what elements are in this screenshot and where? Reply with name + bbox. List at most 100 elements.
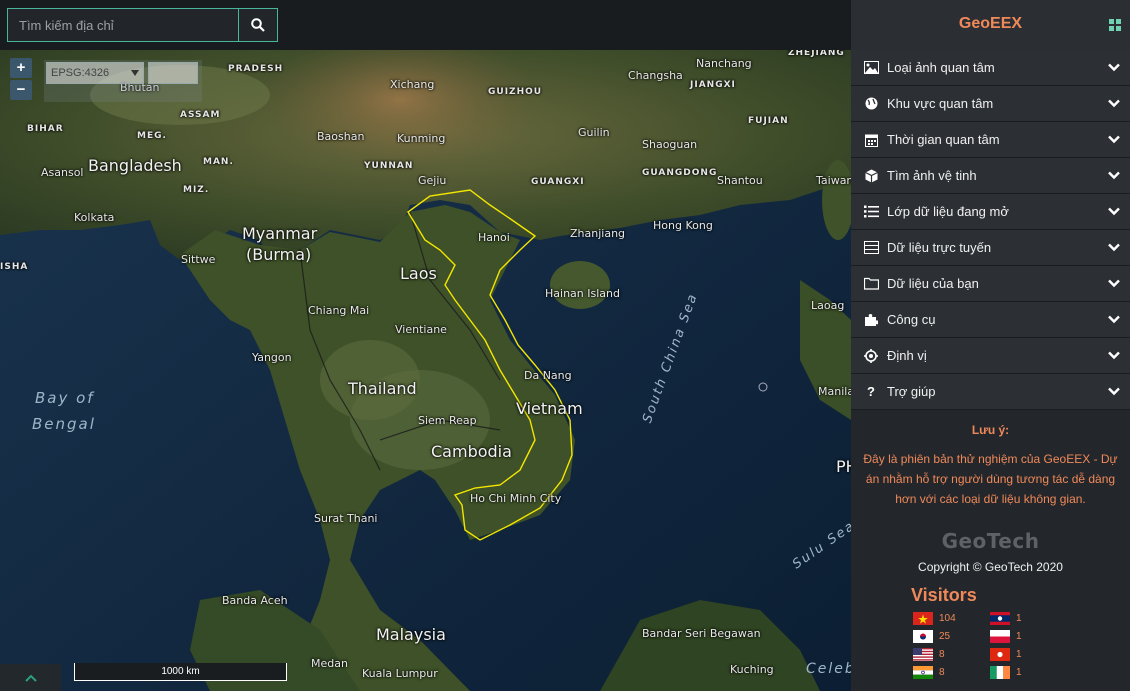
map-label-sea: Bengal — [32, 415, 96, 433]
scale-bar: 1000 km — [74, 663, 287, 681]
map-label-city: Guilin — [578, 126, 610, 139]
chevron-down-icon — [1108, 243, 1120, 252]
map-label-country: Cambodia — [431, 442, 512, 461]
search-input[interactable] — [7, 8, 239, 42]
menu-item-label: Dữ liệu trực tuyến — [887, 240, 992, 255]
visitor-row: 104 — [913, 612, 956, 625]
chevron-down-icon — [1108, 171, 1120, 180]
map-label-region: YUNNAN — [364, 161, 414, 171]
note-section: Lưu ý: Đây là phiên bản thử nghiệm của G… — [851, 410, 1130, 574]
brand-logo: GeoTech — [941, 529, 1040, 553]
map-label-region: ISHA — [0, 262, 29, 272]
map-label-city: Medan — [311, 657, 348, 670]
visitors-title: Visitors — [911, 585, 977, 605]
map-label-city: Hainan Island — [545, 287, 620, 300]
ie-flag — [990, 666, 1010, 679]
visitor-row: 25 — [913, 630, 950, 643]
map-label-country: (Burma) — [246, 245, 312, 264]
map-label-region: GUANGXI — [531, 177, 585, 187]
menu-item-locate[interactable]: Định vị — [851, 338, 1130, 374]
map-label-country: PH — [836, 457, 851, 476]
map-label-city: Xichang — [390, 78, 435, 91]
projection-value: EPSG:4326 — [51, 67, 110, 79]
map-label-city: Gejiu — [418, 174, 447, 187]
app-root: Bangladesh Myanmar (Burma) Laos Thailand… — [0, 0, 1130, 691]
globe-icon — [863, 96, 879, 112]
map-label-region: GUANGDONG — [642, 168, 718, 178]
map-label-country: Bangladesh — [88, 156, 182, 175]
map-label-city: Surat Thani — [314, 512, 378, 525]
chevron-down-icon — [1108, 207, 1120, 216]
chevron-down-icon — [1108, 279, 1120, 288]
visitor-row: 8 — [913, 648, 945, 661]
menu-item-online-data[interactable]: Dữ liệu trực tuyến — [851, 230, 1130, 266]
map-label-city: Vientiane — [395, 323, 447, 336]
menu-item-tools[interactable]: Công cụ — [851, 302, 1130, 338]
menu-item-image-type[interactable]: Loại ảnh quan tâm — [851, 50, 1130, 86]
visitor-count: 1 — [1016, 631, 1022, 642]
cube-icon — [863, 168, 879, 184]
chevron-down-icon — [1108, 63, 1120, 72]
menu-item-label: Trợ giúp — [887, 384, 936, 399]
hk-flag — [990, 648, 1010, 661]
grid-icon[interactable] — [1109, 19, 1121, 31]
visitor-row: 1 — [990, 666, 1022, 679]
menu-item-your-data[interactable]: Dữ liệu của bạn — [851, 266, 1130, 302]
projection-field[interactable] — [148, 62, 198, 84]
pl-flag — [990, 630, 1010, 643]
map-label-city: Taiwan — [816, 174, 851, 187]
map-label-region: BIHAR — [27, 124, 64, 134]
search-button[interactable] — [238, 8, 278, 42]
chevron-down-icon — [1108, 315, 1120, 324]
map-label-city: Shaoguan — [642, 138, 698, 151]
map-label-city: Zhanjiang — [570, 227, 626, 240]
image-icon — [863, 60, 879, 76]
map-label-country: Thailand — [348, 379, 417, 398]
map-label-region: GUIZHOU — [488, 87, 543, 97]
search-icon — [251, 18, 265, 32]
expand-panel-button[interactable] — [0, 664, 61, 691]
zoom-in-button[interactable]: + — [10, 58, 32, 78]
top-bar — [0, 0, 851, 50]
projection-panel: EPSG:4326 — [44, 60, 202, 102]
chevron-down-icon — [1108, 99, 1120, 108]
chevron-up-icon — [24, 674, 37, 682]
map-label-region: FUJIAN — [748, 116, 789, 126]
map-label-city: Nanchang — [696, 57, 752, 70]
map-viewport[interactable]: Bangladesh Myanmar (Burma) Laos Thailand… — [0, 0, 851, 691]
menu-item-help[interactable]: ? Trợ giúp — [851, 374, 1130, 410]
visitor-count: 104 — [939, 613, 956, 624]
map-label-city: Kunming — [397, 132, 446, 145]
map-label-city: Chiang Mai — [308, 304, 370, 317]
visitor-count: 8 — [939, 667, 945, 678]
menu-item-open-layers[interactable]: Lớp dữ liệu đang mở — [851, 194, 1130, 230]
map-label-city: Yangon — [252, 351, 292, 364]
map-label-city: Manila — [818, 385, 851, 398]
note-body: Đây là phiên bản thử nghiệm của GeoEEX -… — [863, 452, 1118, 506]
map-label-city: Banda Aceh — [222, 594, 288, 607]
menu-item-time[interactable]: Thời gian quan tâm — [851, 122, 1130, 158]
vn-flag — [913, 612, 933, 625]
map-label-city: Kolkata — [74, 211, 115, 224]
map-label-city: Bandar Seri Begawan — [642, 627, 761, 640]
menu-item-satellite-search[interactable]: Tìm ảnh vệ tinh — [851, 158, 1130, 194]
zoom-out-button[interactable]: − — [10, 80, 32, 100]
map-label-city: Hanoi — [478, 231, 510, 244]
map-label-region: ASSAM — [180, 110, 221, 120]
visitor-row: 1 — [990, 612, 1022, 625]
map-label-sea: Bay of — [35, 389, 95, 407]
in-flag — [913, 666, 933, 679]
visitors-widget: Visitors — [911, 585, 1071, 606]
chevron-down-icon — [1108, 351, 1120, 360]
visitor-row: 1 — [990, 630, 1022, 643]
sidebar: GeoEEX Loại ảnh quan tâm Khu vực quan tâ… — [851, 0, 1130, 691]
map-label-region: PRADESH — [228, 64, 284, 74]
menu-item-area[interactable]: Khu vực quan tâm — [851, 86, 1130, 122]
visitor-count: 1 — [1016, 649, 1022, 660]
projection-select[interactable]: EPSG:4326 — [46, 62, 144, 84]
la-flag — [990, 612, 1010, 625]
visitor-count: 25 — [939, 631, 951, 642]
map-label-city: Laoag — [811, 299, 845, 312]
sidebar-header: GeoEEX — [851, 0, 1130, 50]
map-label-country: Vietnam — [516, 399, 583, 418]
